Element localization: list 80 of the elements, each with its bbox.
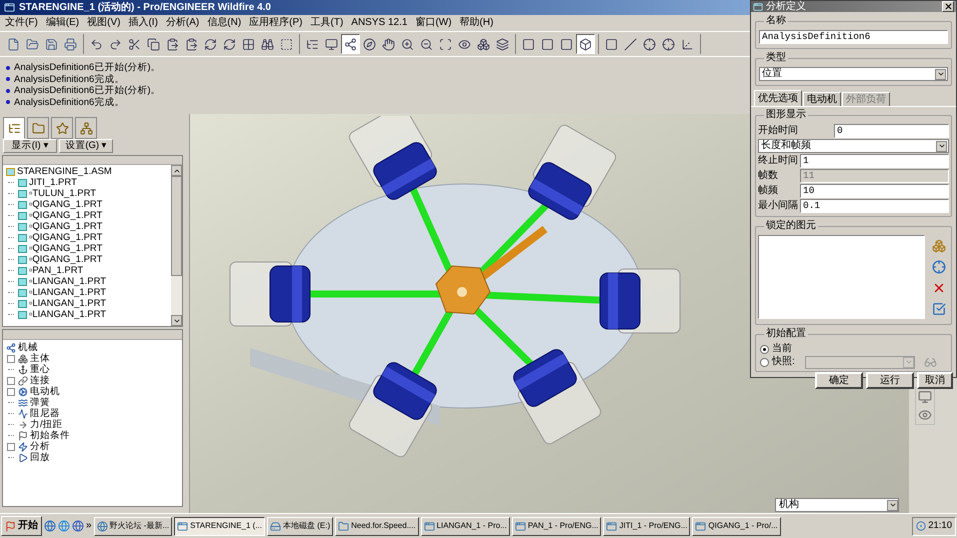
input-field[interactable]: 1 bbox=[800, 154, 949, 168]
tree-item[interactable]: 力/扭距 bbox=[30, 420, 63, 430]
message-text: AnalysisDefinition6完成。 bbox=[14, 74, 124, 84]
group-label: 图形显示 bbox=[764, 109, 808, 121]
field-label: 帧频 bbox=[758, 186, 779, 196]
input-field[interactable]: 0.1 bbox=[800, 199, 949, 213]
tree-item[interactable]: ▫TULUN_1.PRT bbox=[29, 188, 96, 198]
taskbar-button[interactable]: Need.for.Speed.... bbox=[335, 516, 419, 536]
menu-item[interactable]: 视图(V) bbox=[87, 18, 120, 28]
group-label: 锁定的图元 bbox=[764, 220, 818, 232]
tree-item[interactable]: ▫QIGANG_1.PRT bbox=[29, 210, 102, 220]
tree-item[interactable]: 分析 bbox=[30, 442, 50, 452]
tree-item[interactable]: ▫LIANGAN_1.PRT bbox=[29, 288, 106, 298]
menu-item[interactable]: 窗口(W) bbox=[415, 18, 452, 28]
menu-item[interactable]: 文件(F) bbox=[5, 18, 38, 28]
group-label: 初始配置 bbox=[764, 328, 808, 340]
window-title: STARENGINE_1 (活动的) - Pro/ENGINEER Wildfire 4.0 bbox=[19, 2, 271, 12]
tree-item[interactable]: 主体 bbox=[30, 354, 50, 364]
dialog-button[interactable]: 取消 bbox=[917, 372, 953, 389]
menu-item[interactable]: 插入(I) bbox=[128, 18, 158, 28]
taskbar-button[interactable]: 本地磁盘 (E:) bbox=[267, 516, 334, 536]
field-label: 终止时间 bbox=[758, 156, 799, 166]
tree-item[interactable]: JITI_1.PRT bbox=[29, 178, 77, 188]
taskbar-button[interactable]: QIGANG_1 - Pro/... bbox=[692, 516, 781, 536]
menu-item[interactable]: 应用程序(P) bbox=[249, 18, 302, 28]
taskbar-button[interactable]: PAN_1 - Pro/ENG... bbox=[512, 516, 602, 536]
tree-item[interactable]: 机械 bbox=[18, 342, 38, 352]
input-field[interactable]: 10 bbox=[800, 184, 949, 198]
tree-item[interactable]: 电动机 bbox=[30, 387, 60, 397]
status-combo[interactable]: 机构 bbox=[775, 498, 899, 512]
tree-item[interactable]: 回放 bbox=[30, 453, 50, 463]
menu-item[interactable]: 分析(A) bbox=[166, 18, 200, 28]
tree-item[interactable]: ▫QIGANG_1.PRT bbox=[29, 232, 102, 242]
tree-item[interactable]: 连接 bbox=[30, 376, 50, 386]
message-text: AnalysisDefinition6已开始(分析)。 bbox=[14, 86, 161, 96]
taskbar-button[interactable]: 野火论坛 -最新... bbox=[94, 516, 172, 536]
dialog-tab[interactable]: 优先选项 bbox=[754, 90, 802, 106]
tree-item[interactable]: ▫PAN_1.PRT bbox=[29, 266, 84, 276]
tree-item[interactable]: ▫LIANGAN_1.PRT bbox=[29, 276, 106, 286]
dropdown-button[interactable]: 设置(G) ▾ bbox=[59, 139, 113, 153]
input-field[interactable]: AnalysisDefinition6 bbox=[759, 30, 948, 44]
dropdown[interactable]: 长度和帧频 bbox=[758, 139, 949, 153]
tree-item[interactable]: 弹簧 bbox=[30, 398, 50, 408]
clock: 21:10 bbox=[928, 521, 952, 531]
input-field[interactable]: 0 bbox=[834, 124, 949, 138]
group-label: 名称 bbox=[764, 15, 788, 27]
dialog-button[interactable]: 确定 bbox=[815, 372, 863, 389]
dropdown[interactable]: 位置 bbox=[759, 67, 948, 81]
tree-item[interactable]: 阻尼器 bbox=[30, 409, 60, 419]
tree-item[interactable]: ▫LIANGAN_1.PRT bbox=[29, 310, 106, 320]
radio-label: 快照: bbox=[772, 357, 796, 367]
tree-item[interactable]: ▫LIANGAN_1.PRT bbox=[29, 298, 106, 308]
group-label: 类型 bbox=[764, 52, 788, 64]
message-text: AnalysisDefinition6完成。 bbox=[14, 98, 124, 107]
message-text: AnalysisDefinition6已开始(分析)。 bbox=[14, 63, 161, 72]
dialog-button[interactable]: 运行 bbox=[866, 372, 914, 389]
tree-item[interactable]: ▫QIGANG_1.PRT bbox=[29, 222, 102, 232]
menu-item[interactable]: ANSYS 12.1 bbox=[351, 18, 408, 28]
tree-item[interactable]: 重心 bbox=[30, 365, 50, 375]
dialog-tab[interactable]: 电动机 bbox=[803, 92, 841, 106]
tree-item[interactable]: 初始条件 bbox=[30, 431, 70, 441]
dialog-title: 分析定义 bbox=[766, 2, 806, 12]
start-button[interactable]: 开始 bbox=[1, 516, 42, 536]
tree-item[interactable]: ▫QIGANG_1.PRT bbox=[29, 254, 102, 264]
radio-label: 当前 bbox=[772, 344, 793, 354]
dropdown-button[interactable]: 显示(I) ▾ bbox=[3, 139, 57, 153]
menu-item[interactable]: 编辑(E) bbox=[46, 18, 80, 28]
tree-item[interactable]: ▫QIGANG_1.PRT bbox=[29, 244, 102, 254]
chevron-button[interactable]: » bbox=[86, 521, 92, 531]
menu-item[interactable]: 工具(T) bbox=[310, 18, 344, 28]
taskbar-button[interactable]: STARENGINE_1 (... bbox=[174, 516, 265, 536]
field-label: 帧数 bbox=[758, 171, 779, 181]
tree-item[interactable]: STARENGINE_1.ASM bbox=[17, 166, 112, 176]
field-label: 最小间隔 bbox=[758, 201, 799, 211]
taskbar-button[interactable]: LIANGAN_1 - Pro... bbox=[420, 516, 510, 536]
tree-item[interactable]: ▫QIGANG_1.PRT bbox=[29, 200, 102, 210]
field-label: 开始时间 bbox=[758, 126, 799, 136]
menu-item[interactable]: 帮助(H) bbox=[460, 18, 494, 28]
taskbar-button[interactable]: JITI_1 - Pro/ENG... bbox=[603, 516, 690, 536]
menu-item[interactable]: 信息(N) bbox=[207, 18, 242, 28]
